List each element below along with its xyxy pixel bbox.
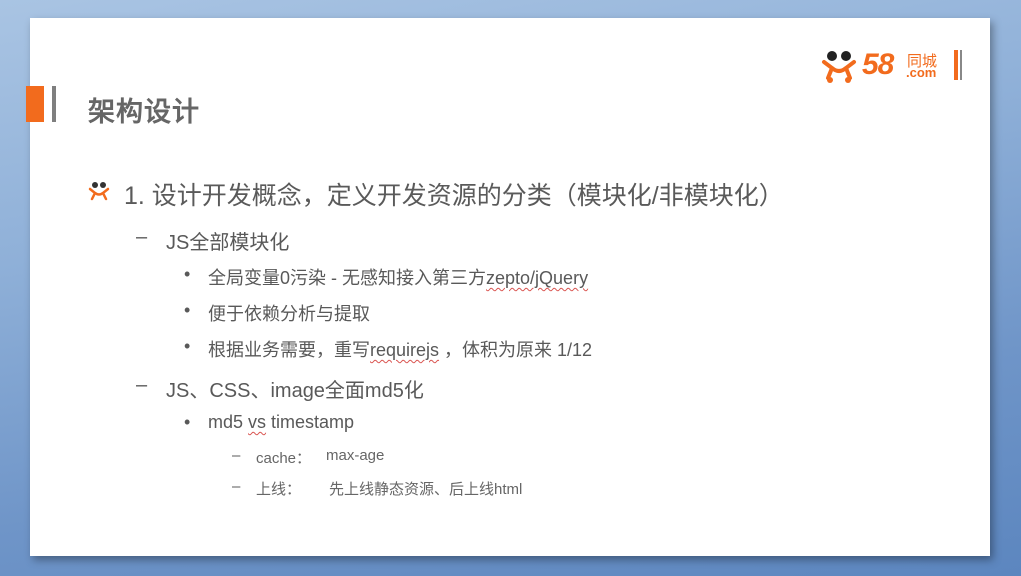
bullet-text: timestamp (266, 412, 355, 432)
title-accent-bar (26, 86, 44, 122)
sub-item-key: cache： (256, 450, 312, 467)
bullet-text: ，体积为原来 1/12 (439, 340, 593, 360)
dash-marker: – (232, 447, 241, 464)
dash-marker: – (232, 478, 241, 495)
bullet-dot: • (184, 300, 191, 320)
bullet-text: 根据业务需要，重写 (208, 340, 370, 360)
logo-domain: .com (906, 65, 937, 80)
logo-bar-gray (960, 50, 962, 80)
sub-item-value: 先上线静态资源、后上线html (329, 481, 523, 498)
title-divider-bar (52, 86, 56, 122)
sub-item-value: max-age (326, 447, 385, 464)
mascot-icon (822, 51, 856, 83)
spellcheck-marked-text: requirejs (370, 340, 440, 360)
bullet-item: 根据业务需要，重写requirejs ，体积为原来 1/12 (208, 336, 592, 362)
dash-marker: – (136, 374, 148, 396)
section-label: JS、CSS、image全面md5化 (166, 380, 424, 402)
spellcheck-marked-text: zepto/jQuery (486, 268, 589, 288)
dash-marker: – (136, 226, 148, 248)
section-label: JS全部模块化 (166, 232, 290, 254)
slide-title: 架构设计 (88, 97, 200, 127)
bullet-text: 全局变量0污染 - 无感知接入第三方 (208, 268, 487, 288)
bullet-item: 便于依赖分析与提取 (208, 304, 370, 324)
bullet-dot: • (184, 264, 191, 284)
sub-item-key: 上线： (256, 481, 302, 498)
bullet-item: md5 vs timestamp (208, 412, 354, 433)
bullet-dot: • (184, 336, 191, 356)
main-heading: 1. 设计开发概念，定义开发资源的分类（模块化/非模块化） (124, 182, 784, 210)
company-logo: 58 同城 .com (820, 48, 970, 88)
logo-bar-orange (954, 50, 958, 80)
bullet-item: 全局变量0污染 - 无感知接入第三方zepto/jQuery (208, 264, 588, 290)
bullet-text: md5 (208, 412, 249, 432)
bullet-dot: • (184, 412, 191, 432)
slide: 架构设计 58 同城 .com 1. 设计开发概念，定义开发资源的分类（模块化/… (26, 18, 990, 556)
mascot-bullet-icon (88, 182, 110, 201)
spellcheck-marked-text: vs (248, 412, 267, 432)
logo-number: 58 (862, 48, 894, 81)
